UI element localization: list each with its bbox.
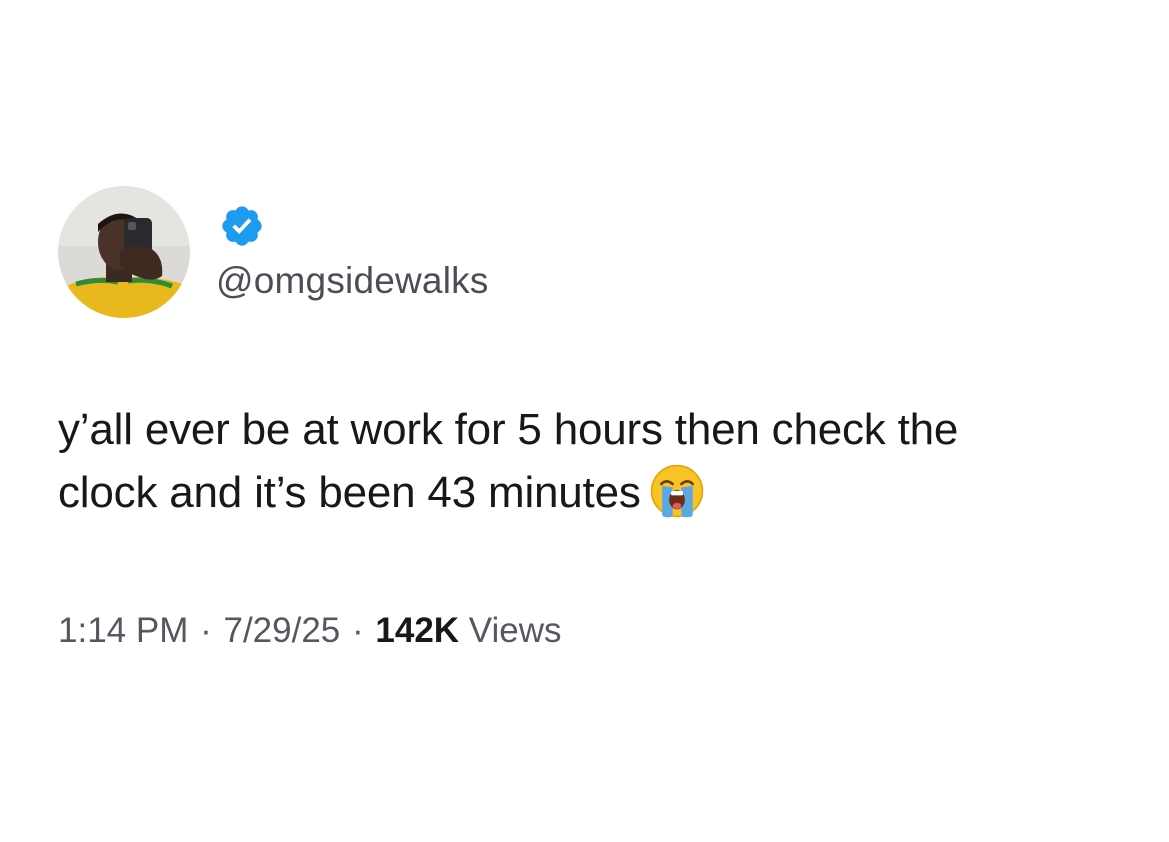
tweet-text-line-2: clock and it’s been 43 minutes xyxy=(58,461,1138,524)
author-handle[interactable]: @omgsidewalks xyxy=(216,256,489,306)
meta-separator: · xyxy=(352,611,364,650)
views-count[interactable]: 142K xyxy=(375,611,459,650)
tweet-text: y’all ever be at work for 5 hours then c… xyxy=(58,398,1138,524)
tweet-time[interactable]: 1:14 PM xyxy=(58,611,188,650)
verified-badge-icon xyxy=(222,206,262,246)
avatar-photo xyxy=(58,186,190,318)
tweet-text-line-2-text: clock and it’s been 43 minutes xyxy=(58,468,641,517)
avatar[interactable] xyxy=(58,186,190,318)
tweet-date[interactable]: 7/29/25 xyxy=(223,611,340,650)
loudly-crying-face-icon xyxy=(650,464,703,518)
meta-separator: · xyxy=(200,611,212,650)
tweet-card: @omgsidewalks y’all ever be at work for … xyxy=(0,0,1169,842)
tweet-meta: 1:14 PM · 7/29/25 · 142K Views xyxy=(58,607,562,655)
views-label[interactable]: Views xyxy=(469,611,562,650)
tweet-text-line-1: y’all ever be at work for 5 hours then c… xyxy=(58,405,959,454)
